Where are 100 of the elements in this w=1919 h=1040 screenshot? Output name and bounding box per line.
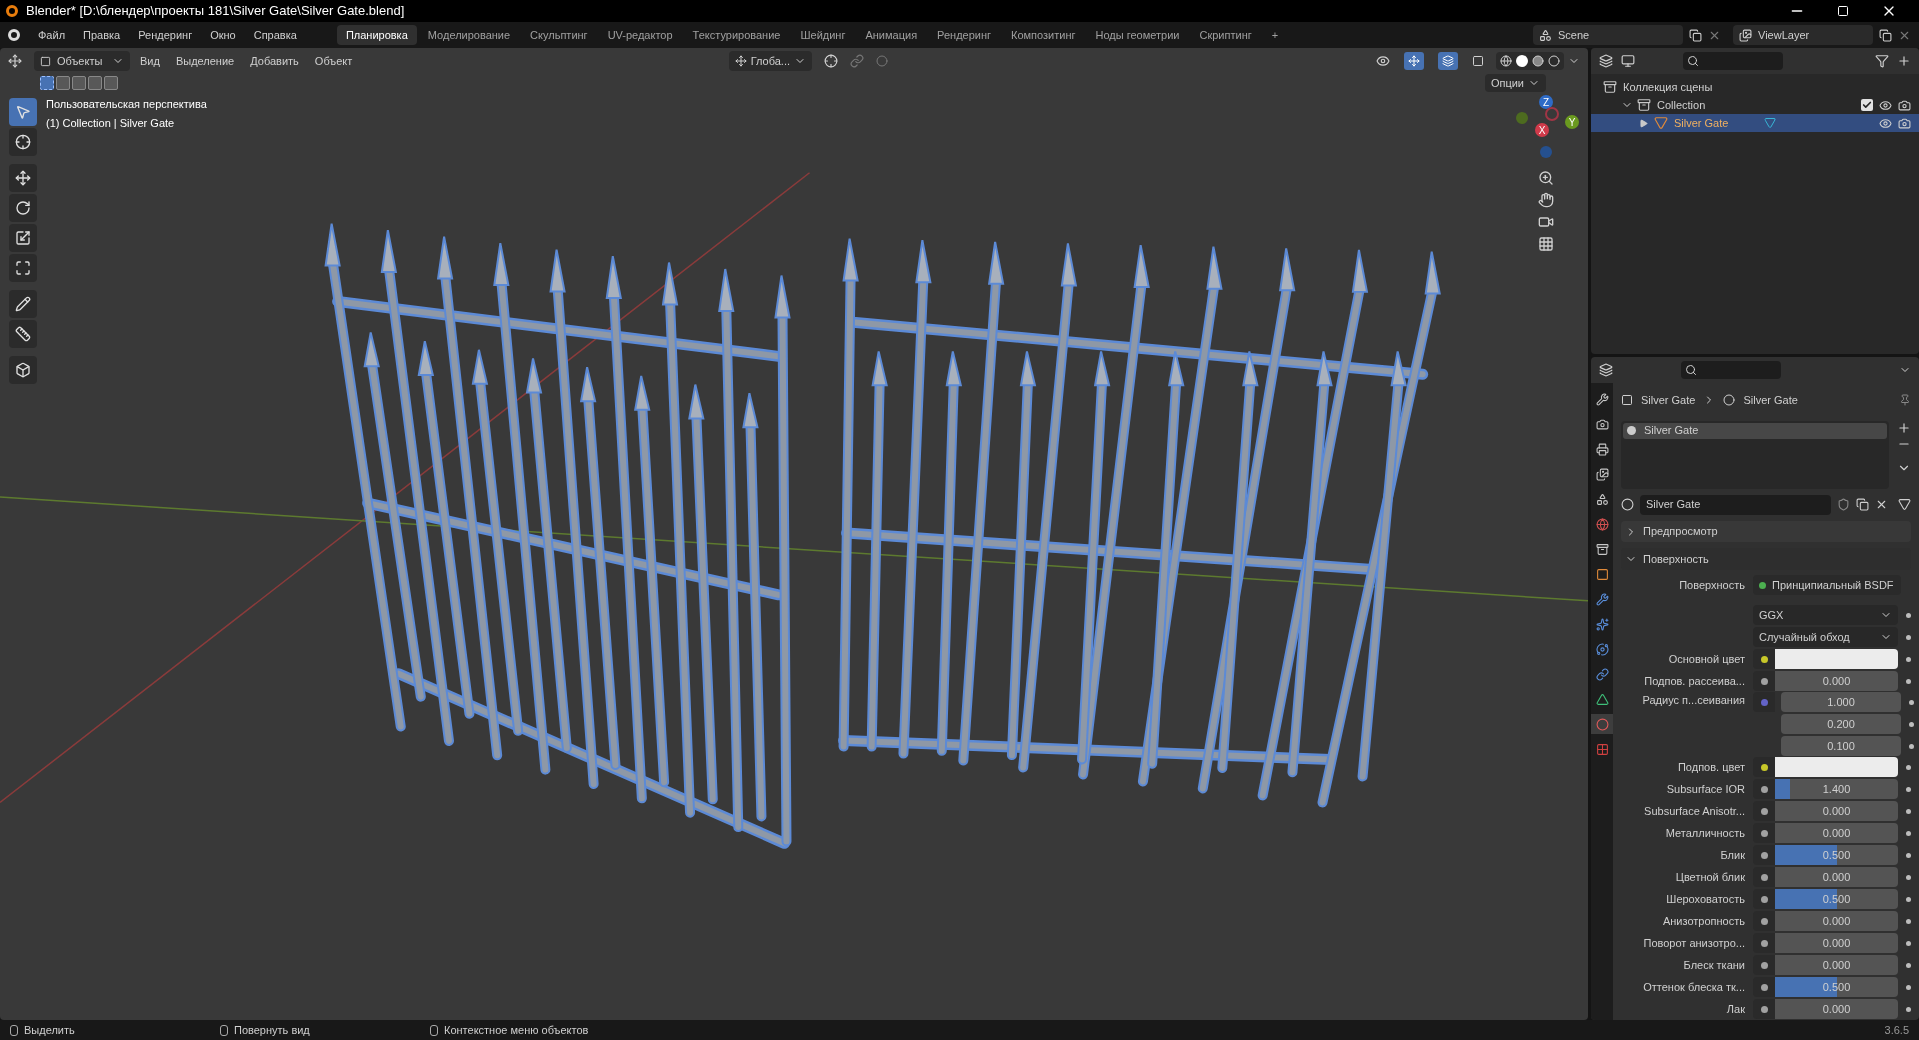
new-scene-icon[interactable] [1689, 28, 1702, 42]
material-slot[interactable]: Silver Gate [1623, 422, 1887, 439]
value-slider[interactable]: 0.000 [1775, 867, 1898, 887]
visibility-icon[interactable] [1376, 54, 1390, 68]
duplicate-icon[interactable] [1856, 498, 1869, 512]
view-layer-selector[interactable]: ViewLayer [1733, 25, 1873, 45]
navigation-gizmo[interactable]: Z Y X [1510, 92, 1582, 164]
pin-icon[interactable] [1899, 393, 1911, 406]
shading-modes[interactable] [1496, 52, 1564, 70]
eye-icon[interactable] [1879, 116, 1892, 130]
xray-icon[interactable] [1472, 55, 1484, 67]
menu-item[interactable]: Рендеринг [130, 25, 201, 45]
value-field[interactable]: 1.000 [1781, 692, 1901, 712]
value-slider[interactable]: 0.000 [1775, 999, 1898, 1019]
menu-item[interactable]: Окно [202, 25, 244, 45]
camera-icon[interactable] [1898, 116, 1911, 130]
outliner-row[interactable]: Silver Gate [1591, 114, 1919, 132]
workspace-tab[interactable]: Анимация [856, 25, 927, 45]
workspace-tab[interactable]: Скульптинг [521, 25, 597, 45]
workspace-tab[interactable]: + [1262, 25, 1288, 45]
value-field[interactable]: 0.200 [1781, 714, 1901, 734]
select-mode-button[interactable] [40, 76, 54, 90]
scene-selector[interactable]: Scene [1533, 25, 1683, 45]
menu-item[interactable]: Файл [30, 25, 74, 45]
viewport-menu[interactable]: Выделение [169, 52, 241, 70]
images-icon [1595, 467, 1609, 481]
options-dropdown[interactable]: Опции [1484, 74, 1546, 92]
viewport-menu[interactable]: Объект [308, 52, 359, 70]
value-field[interactable]: 0.100 [1781, 736, 1901, 756]
menu-item[interactable]: Правка [75, 25, 129, 45]
search-field[interactable] [1683, 52, 1783, 70]
value-slider[interactable]: 0.000 [1775, 933, 1898, 953]
snap-icon[interactable] [850, 54, 864, 68]
filter-icon[interactable] [1875, 54, 1889, 68]
arrows-icon [1408, 55, 1420, 67]
blender-menu-icon[interactable] [8, 29, 20, 41]
workspace-tab[interactable]: Скриптинг [1190, 25, 1261, 45]
color-swatch[interactable] [1775, 757, 1898, 777]
material-browse-icon[interactable] [1621, 498, 1634, 512]
workspace-tab[interactable]: Шейдинг [791, 25, 855, 45]
view-icon[interactable] [1621, 54, 1635, 68]
new-view-layer-icon[interactable] [1879, 28, 1892, 42]
workspace-tab[interactable]: Композитинг [1002, 25, 1085, 45]
grid-icon[interactable] [1538, 236, 1554, 252]
workspace-tab[interactable]: UV-редактор [598, 25, 682, 45]
panel-header[interactable]: Предпросмотр [1621, 520, 1911, 543]
value-slider[interactable]: 0.000 [1775, 823, 1898, 843]
fake-user-icon[interactable] [1837, 498, 1850, 512]
overlay-toggle[interactable] [1438, 52, 1458, 70]
display-mode-icon[interactable] [1599, 54, 1613, 68]
outliner-row[interactable]: Коллекция сцены [1591, 78, 1919, 96]
viewport-menu[interactable]: Добавить [244, 52, 305, 70]
outliner-row[interactable]: Collection [1591, 96, 1919, 114]
tool-button[interactable] [9, 254, 37, 282]
new-collection-icon[interactable] [1897, 54, 1911, 68]
gizmo-toggle[interactable] [1404, 52, 1424, 70]
workspace-tab[interactable]: Планировка [336, 25, 417, 45]
workspace-tab[interactable]: Рендеринг [928, 25, 1001, 45]
editor-type-icon[interactable] [8, 54, 22, 68]
camera-icon[interactable] [1538, 214, 1554, 230]
value-slider[interactable]: 0.000 [1775, 801, 1898, 821]
tool-button[interactable] [9, 290, 37, 318]
tool-button[interactable] [9, 224, 37, 252]
value-slider[interactable]: 0.000 [1775, 955, 1898, 975]
dropdown[interactable]: Случайный обход [1753, 627, 1898, 647]
tool-button[interactable] [9, 128, 37, 156]
add-slot-icon[interactable] [1897, 420, 1911, 435]
dropdown[interactable]: GGX [1753, 605, 1898, 625]
eye-icon[interactable] [1879, 98, 1892, 112]
checkbox[interactable] [1861, 99, 1873, 111]
pivot-icon[interactable] [824, 54, 838, 68]
property-label: Радиус п...сеивания [1641, 693, 1746, 708]
material-name-field[interactable]: Silver Gate [1640, 494, 1831, 515]
workspace-tab[interactable]: Ноды геометрии [1086, 25, 1189, 45]
tool-button[interactable] [9, 194, 37, 222]
mode-dropdown[interactable]: Объекты [34, 51, 130, 71]
shader-field[interactable]: Принципиальный BSDF [1753, 575, 1901, 595]
shapes-icon [1539, 28, 1552, 42]
workspace-tab[interactable]: Моделирование [418, 25, 520, 45]
color-swatch[interactable] [1775, 649, 1898, 669]
workspace-tab[interactable]: Текстурирование [683, 25, 790, 45]
value-slider[interactable]: 0.000 [1775, 671, 1898, 691]
tool-button[interactable] [9, 320, 37, 348]
orientation-dropdown[interactable]: Глоба... [728, 51, 812, 71]
editor-type-icon[interactable] [1599, 363, 1613, 377]
camera-icon[interactable] [1898, 98, 1911, 112]
link-mode-icon[interactable] [1898, 498, 1911, 512]
value-slider[interactable]: 1.400 [1775, 779, 1898, 799]
hand-icon[interactable] [1538, 192, 1554, 208]
zoom-icon[interactable] [1538, 170, 1554, 186]
value-slider[interactable]: 0.000 [1775, 911, 1898, 931]
menu-item[interactable]: Справка [245, 25, 305, 45]
viewport-menu[interactable]: Вид [134, 52, 166, 70]
collapse-arrow-icon[interactable] [1639, 118, 1648, 128]
maximize-icon[interactable] [1837, 5, 1849, 17]
tool-button[interactable] [9, 356, 37, 384]
mesh-data-icon[interactable] [1764, 117, 1777, 129]
search-field[interactable] [1681, 361, 1781, 379]
tool-button[interactable] [9, 164, 37, 192]
checker-icon [1595, 742, 1609, 756]
